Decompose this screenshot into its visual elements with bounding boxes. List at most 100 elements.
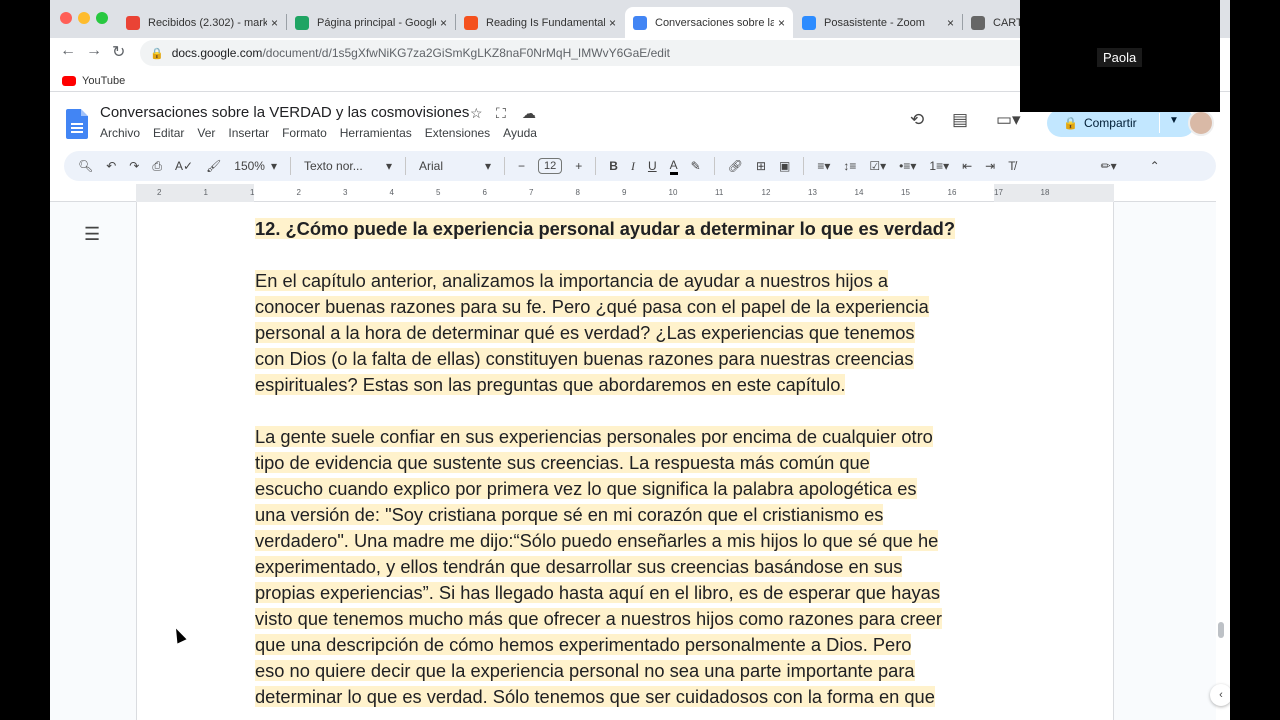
text-line: conocer buenas razones para su fe. Pero … [255, 296, 929, 317]
increase-indent-icon[interactable]: ⇥ [985, 159, 995, 173]
menu-item[interactable]: Ver [197, 126, 215, 140]
document-page[interactable]: 12. ¿Cómo puede la experiencia personal … [136, 202, 1114, 720]
increase-size-icon[interactable]: + [575, 159, 582, 173]
italic-icon[interactable]: I [631, 159, 635, 174]
zoom-value: 150% [234, 159, 265, 173]
spellcheck-icon[interactable]: A✓ [175, 159, 193, 173]
numbered-list-icon[interactable]: 1≡▾ [929, 159, 949, 173]
forward-icon[interactable]: → [86, 42, 102, 60]
text-line: personal a la hora de determinar qué es … [255, 322, 915, 343]
history-icon[interactable]: ⟲ [910, 110, 924, 130]
align-icon[interactable]: ≡▾ [817, 159, 830, 173]
scrollbar-thumb[interactable] [1218, 622, 1224, 638]
paragraph-2: La gente suele confiar en sus experienci… [255, 424, 1015, 710]
close-tab-icon[interactable]: × [440, 16, 447, 30]
bulleted-list-icon[interactable]: •≡▾ [899, 159, 916, 173]
text-color-icon[interactable]: A [669, 158, 678, 175]
redo-icon[interactable]: ↷ [129, 159, 139, 173]
ruler-mark: 6 [482, 188, 487, 197]
browser-tab[interactable]: Reading Is Fundamental × [456, 7, 624, 38]
font-select[interactable]: Arial ▾ [419, 159, 491, 173]
underline-icon[interactable]: U [648, 159, 657, 173]
document-body[interactable]: 12. ¿Cómo puede la experiencia personal … [255, 216, 1015, 720]
clear-formatting-icon[interactable]: T̸ [1008, 159, 1015, 173]
document-canvas: 12. ¿Cómo puede la experiencia personal … [50, 202, 1224, 720]
comments-icon[interactable]: ▤ [952, 110, 968, 130]
checklist-icon[interactable]: ☑▾ [869, 159, 886, 173]
outline-icon[interactable]: ☰ [84, 224, 100, 245]
add-comment-icon[interactable]: ⊞ [756, 159, 766, 173]
ruler-mark: 2 [296, 188, 301, 197]
zoom-icon [802, 15, 816, 30]
close-tab-icon[interactable]: × [947, 16, 954, 30]
share-button[interactable]: 🔒 Compartir ▼ [1047, 109, 1195, 137]
ruler-mark: 5 [436, 188, 441, 197]
search-menus-icon[interactable]: 🔍︎ [78, 159, 93, 173]
ruler-mark: 12 [761, 188, 771, 197]
browser-tab[interactable]: Posasistente - Zoom × [794, 7, 962, 38]
move-folder-icon[interactable]: ⛶ [496, 105, 506, 122]
tool-icon [971, 15, 985, 30]
menu-item[interactable]: Insertar [228, 126, 269, 140]
ruler-mark: 10 [668, 188, 678, 197]
paint-format-icon[interactable]: 🖌︎ [206, 159, 221, 173]
text-line: con Dios (o la falta de ellas) constituy… [255, 348, 914, 369]
bookmark-label: YouTube [82, 74, 126, 87]
menu-item[interactable]: Archivo [100, 126, 140, 140]
ruler-mark: 1 [250, 188, 255, 197]
cloud-saved-icon[interactable]: ☁ [522, 105, 536, 122]
zoom-select[interactable]: 150% ▾ [234, 159, 277, 173]
menu-item[interactable]: Extensiones [425, 126, 490, 140]
highlight-icon[interactable]: ✎ [691, 159, 701, 173]
text-line: una versión de: "Soy cristiana porque sé… [255, 504, 884, 525]
font-size-input[interactable]: 12 [538, 158, 563, 174]
ruler-mark: 8 [575, 188, 580, 197]
minimize-window-icon[interactable] [78, 12, 90, 24]
close-tab-icon[interactable]: × [778, 16, 785, 30]
insert-image-icon[interactable]: ▣ [779, 159, 790, 173]
text-line: visto que tenemos mucho más que ofrecer … [255, 608, 942, 629]
avatar[interactable] [1188, 110, 1214, 136]
style-select[interactable]: Texto nor... ▾ [304, 159, 392, 173]
url-domain: docs.google.com [171, 46, 263, 60]
editing-mode-icon[interactable]: ✏▾ [1101, 159, 1117, 173]
menu-item[interactable]: Herramientas [340, 126, 412, 140]
tab-label: Recibidos (2.302) - mark [148, 16, 267, 29]
collapse-side-panel-icon[interactable]: ‹ [1210, 684, 1230, 706]
link-icon[interactable]: 🔗︎ [728, 159, 743, 173]
close-window-icon[interactable] [60, 12, 72, 24]
style-value: Texto nor... [304, 159, 363, 173]
url-input[interactable]: 🔒 docs.google.com/document/d/1s5gXfwNiKG… [140, 40, 1140, 66]
docs-logo-icon[interactable] [66, 109, 88, 139]
close-tab-icon[interactable]: × [271, 16, 278, 30]
chevron-down-icon[interactable]: ▼ [1169, 115, 1179, 126]
back-icon[interactable]: ← [60, 42, 76, 60]
line-spacing-icon[interactable]: ↕≡ [843, 159, 856, 173]
drive-icon [295, 15, 309, 30]
browser-tab[interactable]: Recibidos (2.302) - mark × [118, 7, 286, 38]
star-icon[interactable]: ☆ [470, 105, 483, 122]
undo-icon[interactable]: ↶ [106, 159, 116, 173]
maximize-window-icon[interactable] [96, 12, 108, 24]
menu-item[interactable]: Editar [153, 126, 184, 140]
meet-icon[interactable]: ▭▾ [996, 110, 1021, 130]
text-line: escucho cuando explico por primera vez l… [255, 478, 917, 499]
reload-icon[interactable]: ↻ [112, 42, 125, 62]
decrease-size-icon[interactable]: − [518, 159, 525, 173]
text-line: La gente suele confiar en sus experienci… [255, 426, 933, 447]
print-icon[interactable]: ⎙ [152, 159, 162, 174]
decrease-indent-icon[interactable]: ⇤ [962, 159, 972, 173]
font-value: Arial [419, 159, 444, 173]
tab-label: Reading Is Fundamental [486, 16, 605, 29]
bold-icon[interactable]: B [609, 159, 618, 173]
browser-tab[interactable]: Página principal - Google × [287, 7, 455, 38]
ruler: 2 1 1 2 3 4 5 6 7 8 9 10 11 12 13 14 15 16 17 18 [50, 184, 1216, 202]
hide-menus-icon[interactable]: ⌃ [1150, 159, 1160, 173]
tab-label: Conversaciones sobre la [655, 16, 774, 29]
close-tab-icon[interactable]: × [609, 16, 616, 30]
browser-tab[interactable]: Conversaciones sobre la × [625, 7, 793, 38]
menu-item[interactable]: Ayuda [503, 126, 537, 140]
bookmark-youtube[interactable]: YouTube [62, 75, 125, 87]
menu-item[interactable]: Formato [282, 126, 327, 140]
document-title[interactable]: Conversaciones sobre la VERDAD y las cos… [100, 104, 469, 121]
